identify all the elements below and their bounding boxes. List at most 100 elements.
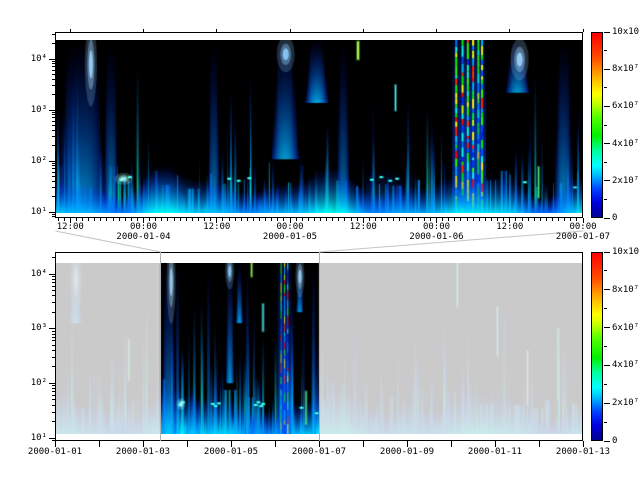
zoomed-spectrogram-canvas[interactable] [55,40,583,213]
x-minor-tick [399,218,400,221]
colorbar-major-tick [604,218,610,219]
y-minor-tick [52,357,55,358]
y-minor-tick [52,85,55,86]
x-minor-tick [522,218,523,221]
x-major-tick-mirror [583,29,584,32]
x-minor-tick [161,218,162,221]
x-tick-date-label: 2000-01-09 [374,447,440,457]
y-minor-tick [52,257,55,258]
x-major-tick-mirror [216,29,217,32]
y-minor-tick [52,216,55,217]
colorbar-major-tick [604,441,610,442]
x-tick-date-label: 2000-01-13 [550,447,616,457]
y-minor-tick [52,63,55,64]
x-minor-tick [58,218,59,221]
x-tick-date-label: 2000-01-06 [404,232,470,242]
x-minor-tick [174,218,175,221]
x-minor-tick [131,218,132,221]
zoomed-colorbar [591,32,603,218]
y-minor-tick [52,196,55,197]
y-minor-tick [52,388,55,389]
colorbar-minor-tick [604,270,607,271]
x-minor-tick [448,218,449,221]
y-minor-tick [52,290,55,291]
colorbar-tick-label: 0 [612,436,617,446]
x-tick-date-label: 2000-01-05 [198,447,264,457]
x-minor-tick [375,218,376,221]
x-minor-tick [332,218,333,221]
colorbar-minor-tick [604,346,607,347]
x-minor-tick [271,218,272,221]
x-minor-tick [241,218,242,221]
x-minor-tick [259,218,260,221]
y-major-tick [49,328,55,329]
y-minor-tick [52,312,55,313]
x-major-tick-mirror [143,29,144,32]
y-major-tick [49,110,55,111]
x-minor-tick [229,218,230,221]
x-minor-tick [576,218,577,221]
x-minor-tick [253,218,254,221]
x-minor-tick [497,218,498,221]
x-minor-tick [473,218,474,221]
colorbar-minor-tick [604,199,607,200]
y-minor-tick [52,125,55,126]
x-tick-time-label: 12:00 [197,222,237,232]
y-minor-tick [52,350,55,351]
y-major-tick [49,212,55,213]
x-major-tick [99,441,100,447]
colorbar-tick-label: 10x10⁷ [612,27,640,37]
y-minor-tick [52,391,55,392]
x-minor-tick [314,218,315,221]
y-tick-label: 10⁴ [20,54,47,64]
x-tick-time-label: 12:00 [490,222,530,232]
x-major-tick-mirror [290,29,291,32]
zoom-window-left-edge[interactable] [160,252,161,441]
x-tick-date-label: 2000-01-01 [22,447,88,457]
y-major-tick [49,438,55,439]
y-major-tick [49,274,55,275]
x-minor-tick [552,218,553,221]
x-minor-tick [64,218,65,221]
x-tick-time-label: 12:00 [50,222,90,232]
x-minor-tick [412,218,413,221]
x-minor-tick [88,218,89,221]
x-minor-tick [357,218,358,221]
x-minor-tick [167,218,168,221]
x-minor-tick [570,218,571,221]
x-tick-date-label: 2000-01-11 [462,447,528,457]
colorbar-major-tick [604,180,610,181]
y-minor-tick [52,181,55,182]
y-minor-tick [52,187,55,188]
y-tick-label: 10³ [20,323,47,333]
x-minor-tick [503,218,504,221]
y-tick-label: 10⁴ [20,269,47,279]
x-tick-time-label: 00:00 [563,222,603,232]
x-minor-tick [485,218,486,221]
y-minor-tick [52,331,55,332]
y-minor-tick [52,74,55,75]
x-minor-tick [302,218,303,221]
colorbar-tick-label: 2x10⁷ [612,398,639,408]
y-minor-tick [52,121,55,122]
x-minor-tick [344,218,345,221]
figure: 10⁴10³10²10¹12:0000:002000-01-0412:0000:… [0,0,640,480]
x-major-tick [187,441,188,447]
colorbar-tick-label: 4x10⁷ [612,139,639,149]
x-minor-tick [515,218,516,221]
y-tick-label: 10¹ [20,433,47,443]
x-minor-tick [546,218,547,221]
x-minor-tick [198,218,199,221]
y-tick-label: 10³ [20,105,47,115]
y-minor-tick [52,286,55,287]
colorbar-minor-tick [604,422,607,423]
x-minor-tick [76,218,77,221]
zoom-window-right-edge[interactable] [319,252,320,441]
x-minor-tick [387,218,388,221]
y-minor-tick [52,172,55,173]
y-major-tick [49,383,55,384]
y-minor-tick [52,130,55,131]
x-minor-tick [113,218,114,221]
overview-colorbar [591,252,603,441]
x-minor-tick [338,218,339,221]
